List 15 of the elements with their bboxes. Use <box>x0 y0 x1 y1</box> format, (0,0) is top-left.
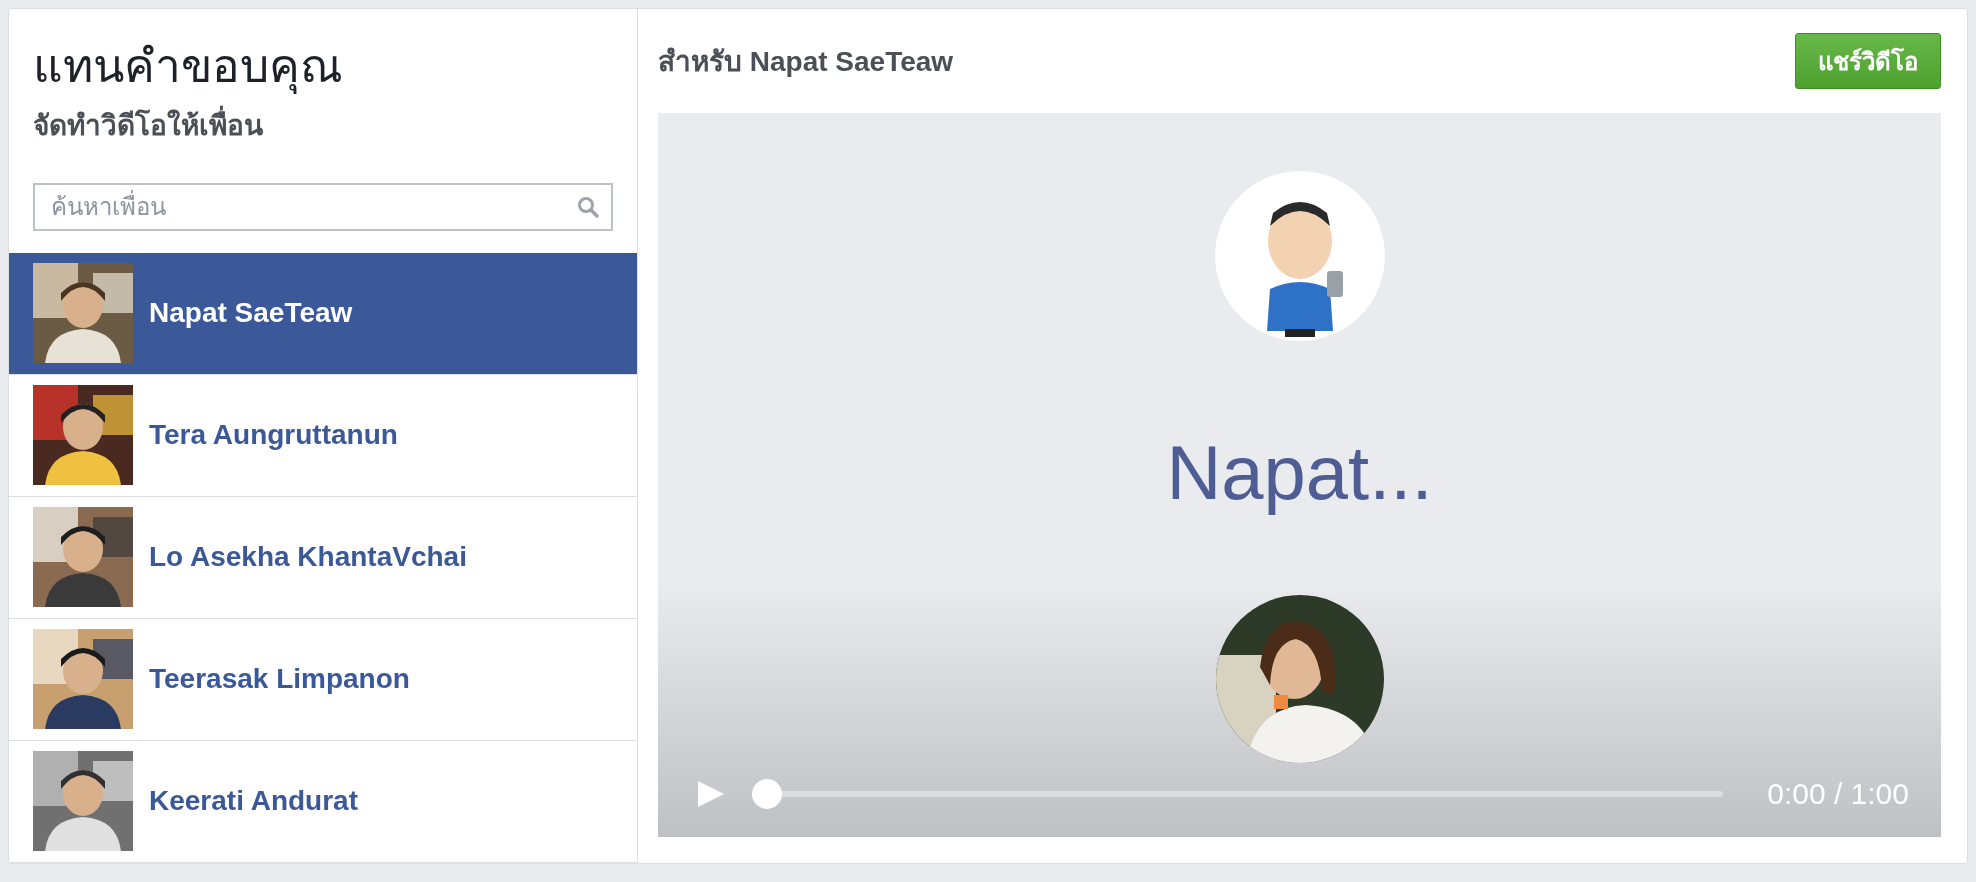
video-headline: Napat... <box>1166 431 1433 515</box>
friend-name: Napat SaeTeaw <box>149 297 353 330</box>
friend-name: Tera Aungruttanun <box>149 419 398 452</box>
friend-name: Lo Asekha KhantaVchai <box>149 541 467 574</box>
friend-item[interactable]: Napat SaeTeaw <box>9 252 637 375</box>
preview-title: สำหรับ Napat SaeTeaw <box>658 45 954 79</box>
friend-name: Teerasak Limpanon <box>149 663 410 696</box>
friend-name: Keerati Andurat <box>149 785 358 818</box>
search-field[interactable]: ค้นหาเพื่อน <box>33 182 613 231</box>
page-title: แทนคำขอบคุณ <box>33 39 344 96</box>
play-icon[interactable] <box>696 778 726 809</box>
search-icon <box>577 195 599 218</box>
video-time: 0:00 / 1:00 <box>1767 776 1909 811</box>
page-subtitle: จัดทำวิดีโอให้เพื่อน <box>33 102 613 147</box>
progress-slider[interactable] <box>752 778 1724 809</box>
